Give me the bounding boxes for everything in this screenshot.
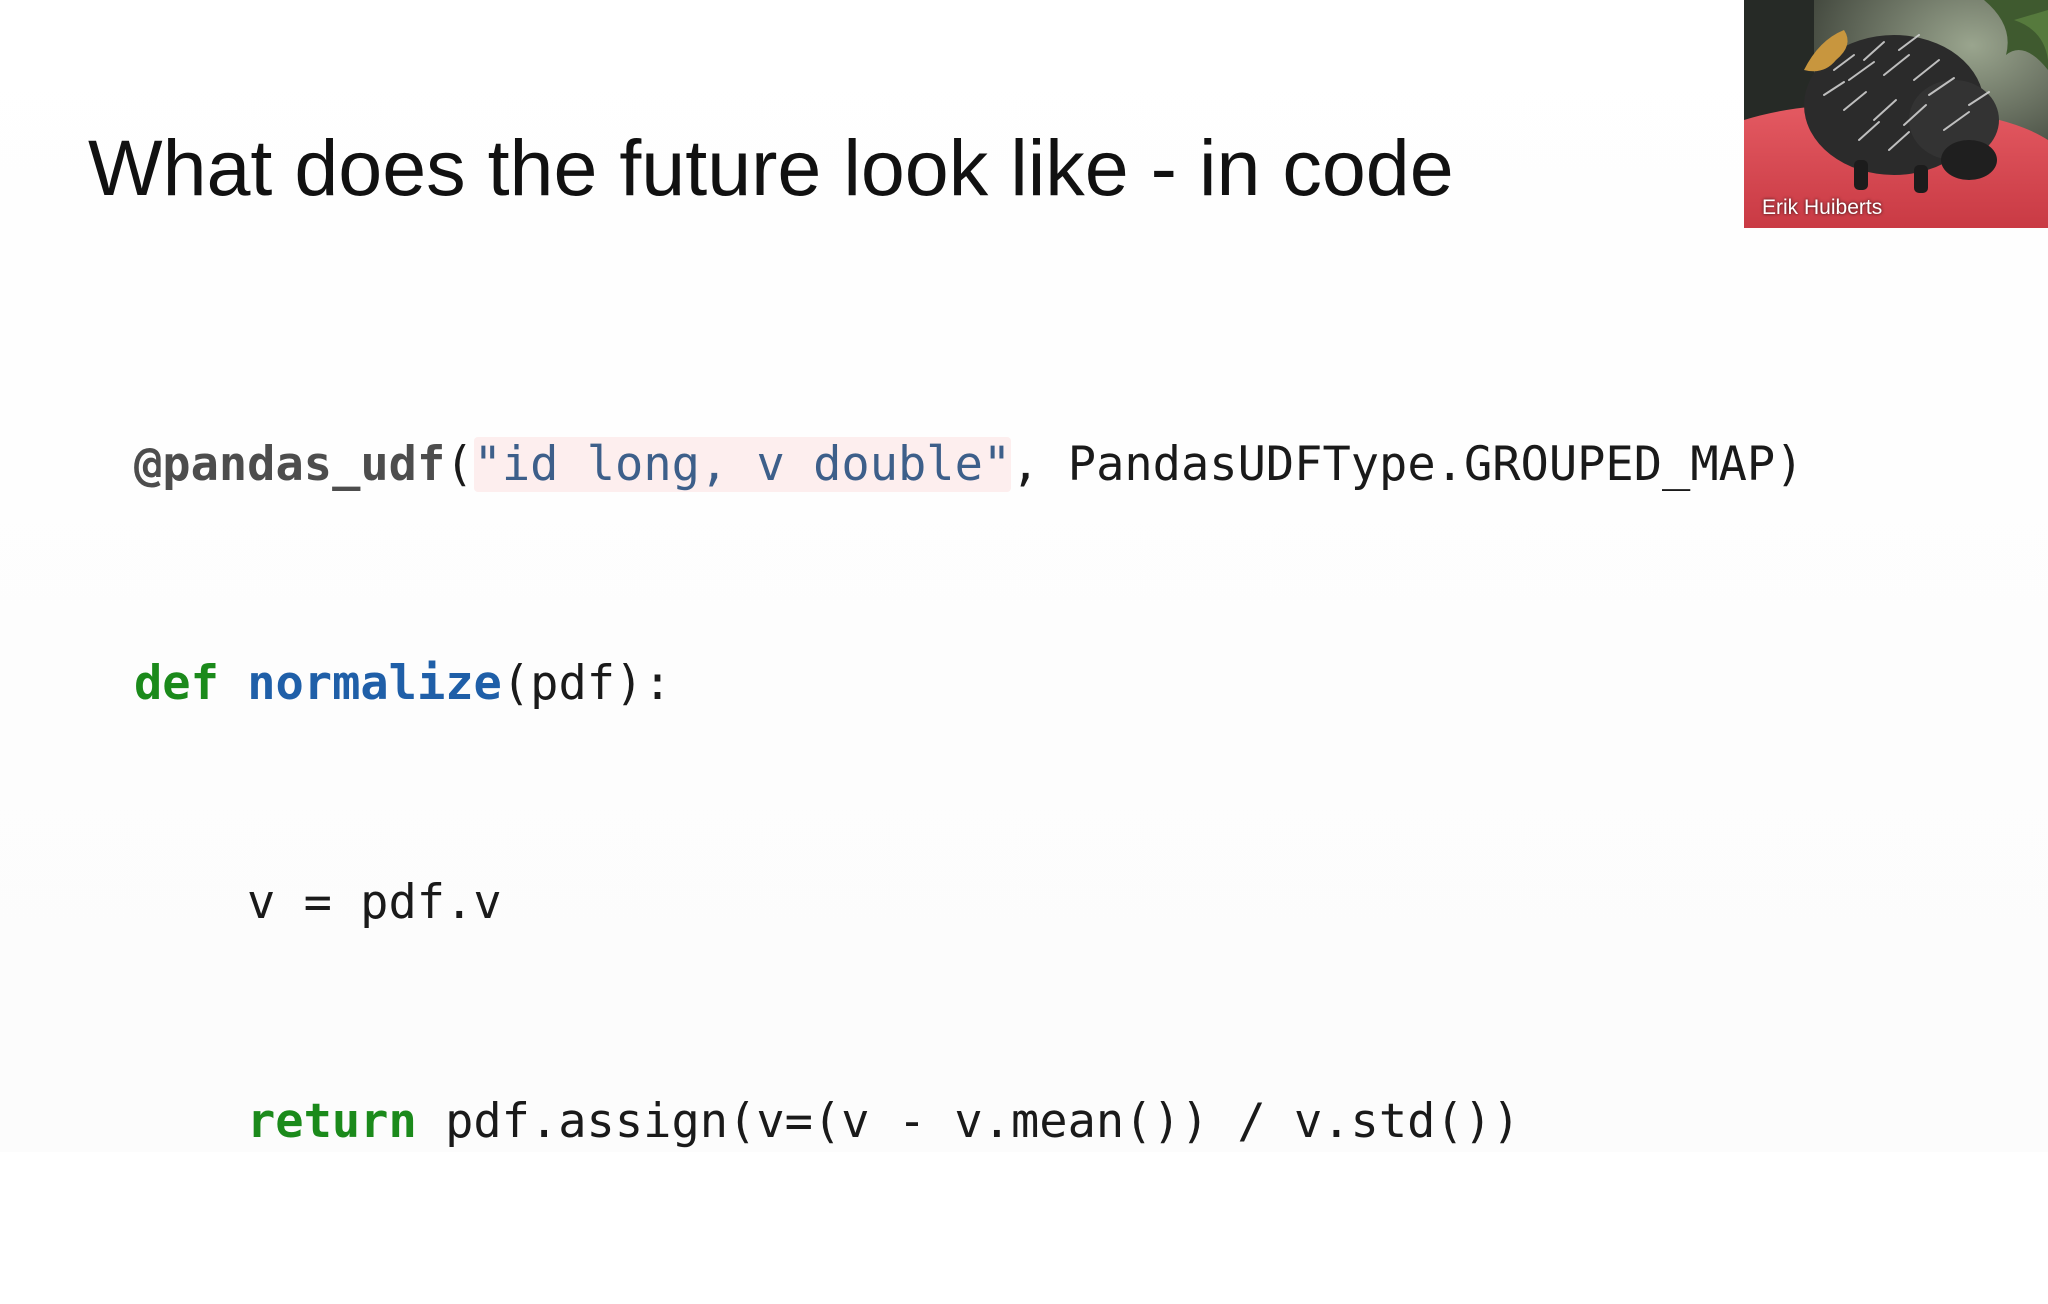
code-assignment: v = pdf.v [247,875,502,930]
code-line-2: def normalize(pdf): [134,647,1804,720]
code-return-expression: pdf.assign(v=(v - v.mean()) / v.std()) [416,1094,1521,1149]
slide-title: What does the future look like - in code [88,123,1454,212]
code-function-name: normalize [247,656,502,711]
code-params: (pdf): [501,656,672,711]
webcam-thumbnail[interactable]: Erik Huiberts [1744,0,2048,228]
code-udf-type: , PandasUDFType.GROUPED_MAP) [1011,437,1804,492]
code-schema-string: "id long, v double" [473,437,1012,492]
code-keyword-def: def [134,656,219,711]
code-line-4: return pdf.assign(v=(v - v.mean()) / v.s… [134,1085,1804,1158]
presentation-slide: What does the future look like - in code… [0,0,2048,1152]
porcupine-photo-icon [1744,0,2048,228]
code-open-paren: ( [445,437,474,492]
code-line-3: v = pdf.v [134,866,1804,939]
code-block: @pandas_udf("id long, v double", PandasU… [134,282,1804,1304]
code-line-1: @pandas_udf("id long, v double", PandasU… [134,428,1804,501]
participant-name: Erik Huiberts [1762,196,1883,219]
code-keyword-return: return [247,1094,417,1149]
code-decorator: @pandas_udf [134,437,446,492]
